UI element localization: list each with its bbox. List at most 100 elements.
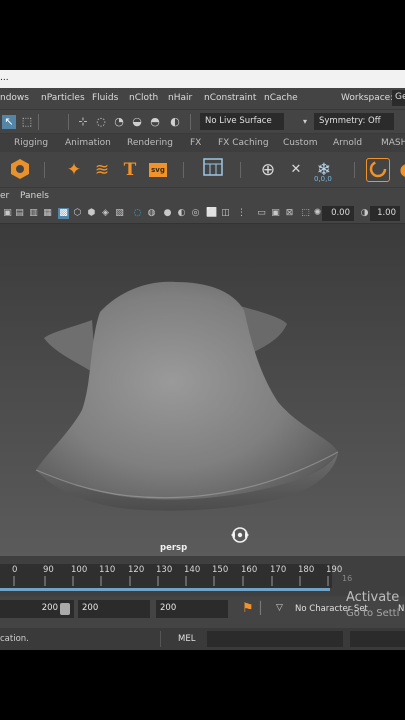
tab-fx[interactable]: FX [190, 138, 201, 148]
mash-network-icon[interactable]: ◖ [392, 158, 405, 182]
field-chart-icon[interactable]: ⊠ [284, 208, 295, 219]
perspective-viewport[interactable]: persp [0, 224, 405, 556]
grid-panel-icon[interactable] [201, 158, 225, 182]
separator [183, 162, 184, 178]
shadows-icon[interactable]: ◍ [146, 208, 157, 219]
anim-end-field[interactable]: 200 [78, 600, 150, 618]
chevron-down-icon[interactable]: ▾ [298, 115, 312, 129]
separator [38, 114, 39, 130]
tick-label: 180 [298, 565, 315, 575]
snap-surface-icon[interactable]: ◓ [148, 115, 162, 129]
menu-nconstraint[interactable]: nConstraint [204, 93, 256, 103]
resolution-gate-icon[interactable]: ▭ [256, 208, 267, 219]
bookmark-key-icon[interactable]: ⚑ [242, 601, 254, 616]
tab-custom[interactable]: Custom [283, 138, 317, 148]
ambient-occlusion-icon[interactable]: ● [162, 208, 173, 219]
mel-command-input[interactable] [207, 631, 343, 647]
shelf: ✦ ≋ T svg ⊕ ✕ ❄ 0,0,0 ◖ [0, 152, 405, 188]
curve-tool-icon[interactable]: ≋ [90, 158, 114, 182]
menu-nhair[interactable]: nHair [168, 93, 192, 103]
view-rotate-icon[interactable] [229, 524, 251, 546]
tab-rendering[interactable]: Rendering [127, 138, 173, 148]
snap-live-icon[interactable]: ◐ [168, 115, 182, 129]
smooth-shade-icon[interactable]: ⬢ [86, 208, 97, 219]
tick-label: 100 [71, 565, 88, 575]
menu-ncache[interactable]: nCache [264, 93, 298, 103]
time-slider[interactable]: 0 90 100 110 120 130 140 150 160 170 180… [0, 556, 405, 596]
menu-windows[interactable]: ndows [0, 93, 29, 103]
tab-rigging[interactable]: Rigging [14, 138, 48, 148]
tab-animation[interactable]: Animation [65, 138, 111, 148]
workspace-select[interactable]: Ge [392, 90, 405, 106]
main-menu-bar: ndows nParticles Fluids nCloth nHair nCo… [0, 88, 405, 110]
tick-label: 90 [43, 565, 54, 575]
title-fragment: ... [0, 73, 9, 83]
lights-icon[interactable]: ◌ [132, 208, 143, 219]
wireframe-on-shaded-icon[interactable]: ◈ [100, 208, 111, 219]
separator [190, 114, 191, 130]
tick-label: 0 [12, 565, 18, 575]
xray-icon[interactable]: ◫ [220, 208, 231, 219]
snap-grid-icon[interactable]: ⊹ [76, 115, 90, 129]
svg-tool-icon[interactable]: svg [146, 158, 170, 182]
character-set-chevron-icon[interactable]: ▽ [276, 603, 283, 613]
status-line: ↖ ⬚ ⊹ ◌ ◔ ◒ ◓ ◐ No Live Surface ▾ Symmet… [0, 110, 405, 134]
tick-marks [13, 576, 329, 586]
symmetry-dropdown[interactable]: Symmetry: Off [314, 113, 394, 130]
tab-fx-caching[interactable]: FX Caching [218, 138, 269, 148]
separator [354, 162, 355, 178]
live-surface-field[interactable]: No Live Surface [200, 113, 284, 130]
menu-ncloth[interactable]: nCloth [129, 93, 158, 103]
mash-icon[interactable] [366, 158, 390, 182]
grid-toggle-icon[interactable]: ▩ [58, 208, 69, 219]
separator [160, 631, 161, 647]
sparkle-icon[interactable]: ✦ [62, 158, 86, 182]
xray-joints-icon[interactable]: ⋮ [236, 208, 247, 219]
range-slider-track[interactable] [0, 588, 330, 591]
exposure-field[interactable]: 0.00 [322, 206, 354, 221]
maya-window: ... ndows nParticles Fluids nCloth nHair… [0, 70, 405, 650]
gamma-field[interactable]: 1.00 [370, 206, 400, 221]
isolate-icon[interactable]: ⬜ [206, 208, 217, 219]
hexagon-shader-icon[interactable] [8, 158, 32, 182]
delete-history-icon[interactable]: ✕ [284, 158, 308, 182]
camera-label: persp [160, 543, 188, 553]
camera-attr-icon[interactable]: ▤ [14, 208, 25, 219]
timeline-end-label: 16 [342, 574, 353, 583]
snap-view-icon[interactable]: ◒ [130, 115, 144, 129]
image-plane-icon[interactable]: ▦ [42, 208, 53, 219]
menu-nparticles[interactable]: nParticles [41, 93, 85, 103]
bookmark-icon[interactable]: ▥ [28, 208, 39, 219]
range-handle-icon[interactable] [60, 603, 70, 615]
gamma-icon[interactable]: ◑ [359, 208, 370, 219]
divider-icon: ▏ [260, 601, 270, 615]
camera-icon[interactable]: ▣ [2, 208, 13, 219]
type-tool-icon[interactable]: T [118, 158, 142, 182]
separator [44, 162, 45, 178]
time-ruler[interactable]: 0 90 100 110 120 130 140 150 160 170 180… [0, 564, 342, 588]
separator [240, 162, 241, 178]
playback-end-field[interactable]: 200 [156, 600, 228, 618]
title-bar: ... [0, 70, 405, 88]
menu-renderer[interactable]: er [0, 191, 9, 201]
menu-panels[interactable]: Panels [20, 191, 49, 201]
tick-label: 160 [241, 565, 258, 575]
antialiasing-icon[interactable]: ◎ [190, 208, 201, 219]
tab-mash[interactable]: MASH [381, 138, 405, 148]
cloth-mesh [35, 281, 339, 511]
tick-label: 120 [128, 565, 145, 575]
locator-icon[interactable]: ⊕ [256, 158, 280, 182]
menu-fluids[interactable]: Fluids [92, 93, 118, 103]
tick-label: 150 [212, 565, 229, 575]
gate-mask-icon[interactable]: ▣ [270, 208, 281, 219]
select-tool-icon[interactable]: ↖ [2, 115, 16, 129]
textured-icon[interactable]: ▧ [114, 208, 125, 219]
snap-curve-icon[interactable]: ◌ [94, 115, 108, 129]
tab-arnold[interactable]: Arnold [333, 138, 362, 148]
lasso-icon[interactable]: ⬚ [20, 115, 34, 129]
snap-point-icon[interactable]: ◔ [112, 115, 126, 129]
motion-blur-icon[interactable]: ◐ [176, 208, 187, 219]
wireframe-icon[interactable]: ⬡ [72, 208, 83, 219]
safe-action-icon[interactable]: ⬚ [300, 208, 311, 219]
language-toggle[interactable]: MEL [178, 634, 195, 644]
